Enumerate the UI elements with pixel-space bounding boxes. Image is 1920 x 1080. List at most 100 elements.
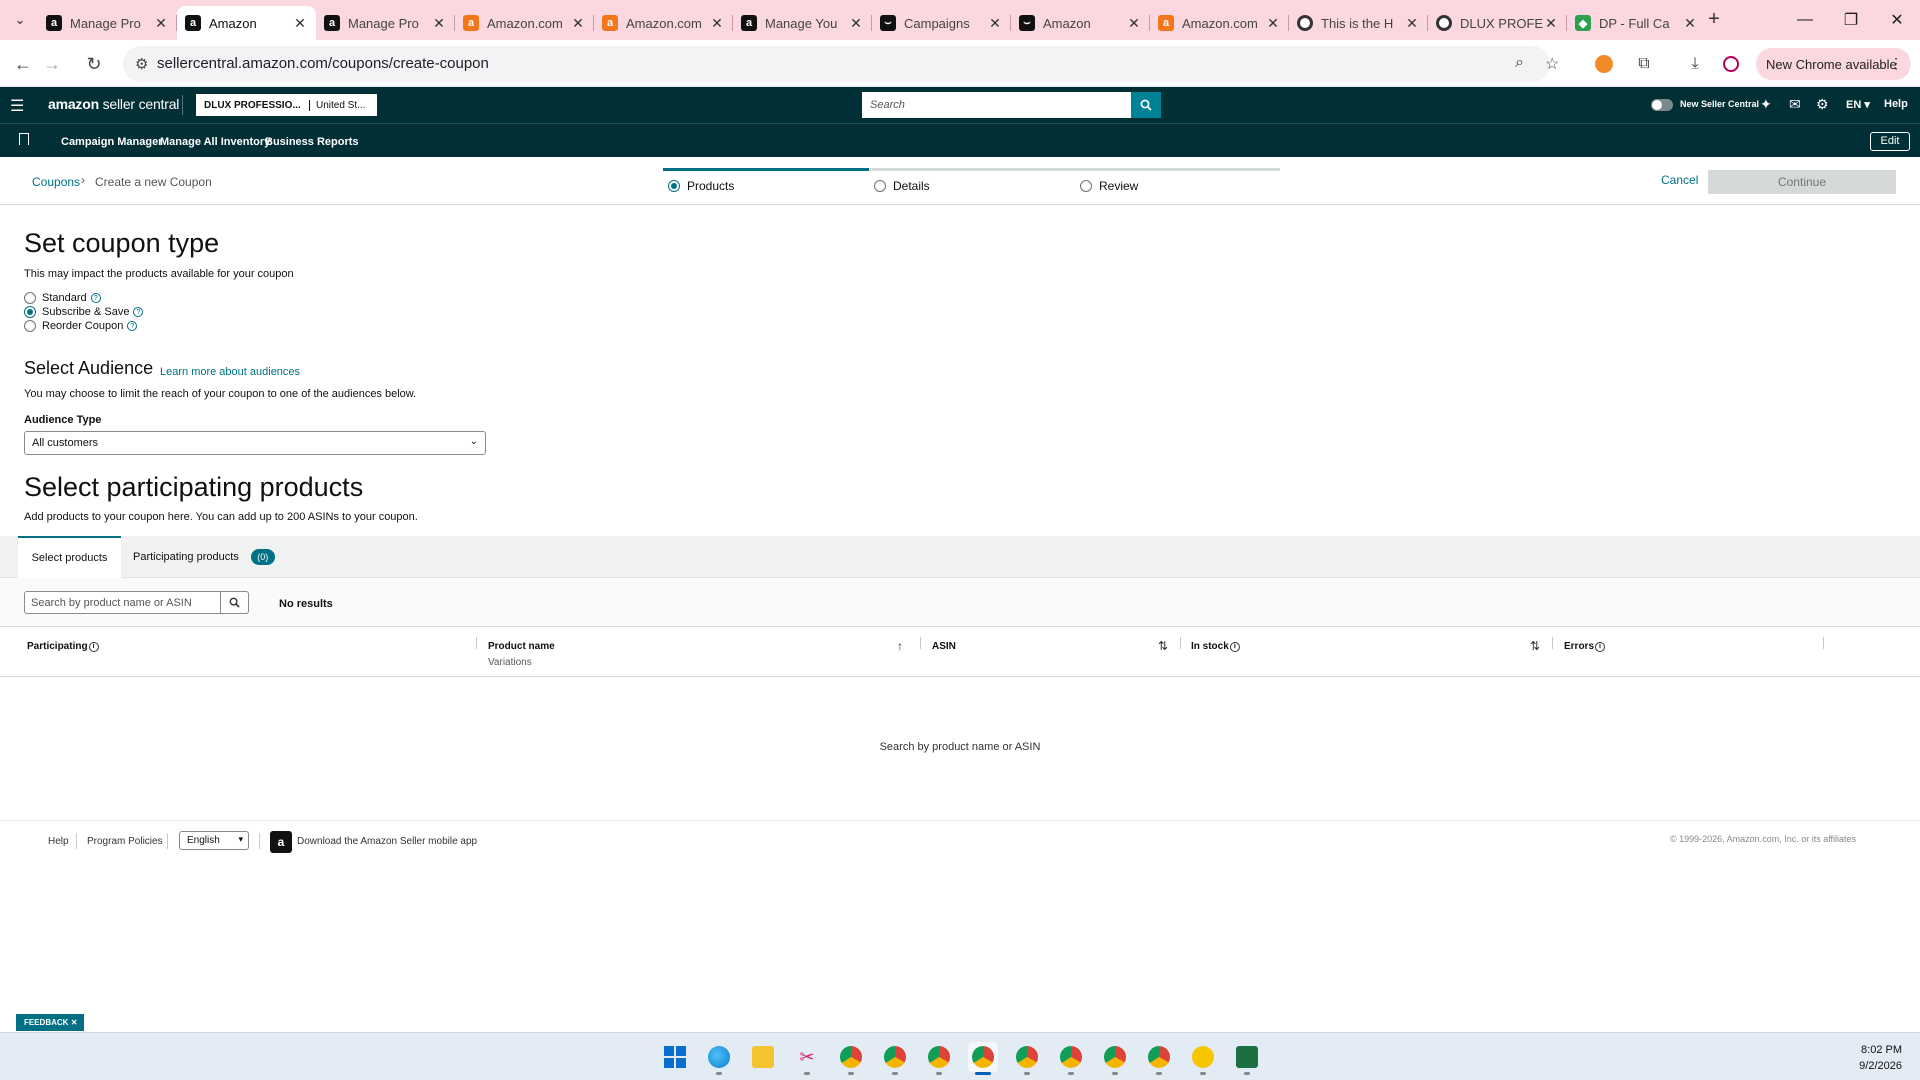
close-window-icon[interactable]: ✕ — [1874, 0, 1920, 40]
close-tab-icon[interactable]: ✕ — [1682, 15, 1698, 32]
browser-tab[interactable]: a Amazon.com ✕ — [455, 6, 594, 40]
continue-button[interactable]: Continue — [1708, 170, 1896, 194]
extensions-puzzle-icon[interactable]: ⧉ — [1632, 52, 1656, 76]
new-tab-plus-icon[interactable]: + — [1702, 8, 1726, 32]
browser-tab[interactable]: ⌣ Campaigns ✕ — [872, 6, 1011, 40]
browser-tab[interactable]: a Manage You ✕ — [733, 6, 872, 40]
nav-link-manage-inventory[interactable]: Manage All Inventory — [160, 136, 270, 148]
column-errors[interactable]: Errors i — [1564, 641, 1606, 652]
cancel-button[interactable]: Cancel — [1661, 173, 1698, 187]
column-product-name[interactable]: Product name — [488, 641, 555, 652]
profile-icon[interactable] — [1719, 52, 1743, 76]
windows-start-icon[interactable] — [660, 1042, 690, 1072]
close-tab-icon[interactable]: ✕ — [1543, 15, 1559, 32]
nav-link-business-reports[interactable]: Business Reports — [265, 136, 359, 148]
chrome-icon[interactable] — [1100, 1042, 1130, 1075]
column-asin[interactable]: ASIN — [932, 641, 956, 652]
nav-link-campaign-manager[interactable]: Campaign Manager — [61, 136, 162, 148]
excel-icon[interactable] — [1232, 1042, 1262, 1075]
edge-icon[interactable] — [704, 1042, 734, 1075]
column-participating[interactable]: Participating i — [27, 641, 99, 652]
help-link[interactable]: Help — [1884, 98, 1908, 110]
chat-app-icon[interactable] — [1188, 1042, 1218, 1075]
coupon-type-reorder[interactable]: Reorder Coupon ? — [24, 320, 138, 332]
chrome-icon[interactable] — [1012, 1042, 1042, 1075]
footer-language-select[interactable]: English ▾ — [179, 831, 249, 850]
sparkle-ai-icon[interactable]: ✦ — [1760, 96, 1772, 113]
hamburger-menu-icon[interactable]: ☰ — [10, 96, 24, 116]
chrome-update-button[interactable]: New Chrome available ⋮ — [1756, 48, 1911, 80]
reload-icon[interactable]: ↻ — [80, 50, 108, 78]
browser-tab[interactable]: a Manage Pro ✕ — [316, 6, 455, 40]
step-review[interactable]: Review — [1080, 179, 1138, 193]
close-tab-icon[interactable]: ✕ — [1404, 15, 1420, 32]
breadcrumb-coupons-link[interactable]: Coupons — [32, 175, 80, 189]
audience-type-select[interactable]: All customers ⌄ — [24, 431, 486, 455]
new-seller-central-toggle[interactable] — [1651, 99, 1673, 111]
restore-icon[interactable]: ❐ — [1828, 0, 1874, 40]
seller-central-logo[interactable]: amazon seller central — [48, 96, 179, 112]
learn-more-audiences-link[interactable]: Learn more about audiences — [160, 366, 300, 378]
chrome-icon[interactable] — [836, 1042, 866, 1075]
url-text[interactable]: sellercentral.amazon.com/coupons/create-… — [157, 55, 489, 72]
system-clock[interactable]: 8:02 PM 9/2/2026 — [1859, 1042, 1902, 1074]
step-products[interactable]: Products — [668, 179, 734, 193]
sort-icon[interactable]: ⇅ — [1158, 639, 1168, 653]
coupon-type-subscribe-save[interactable]: Subscribe & Save ? — [24, 306, 144, 318]
browser-tab[interactable]: This is the H ✕ — [1289, 6, 1428, 40]
bookmark-icon[interactable] — [19, 133, 29, 145]
zoom-icon[interactable]: ⌕ — [1515, 54, 1524, 72]
close-tab-icon[interactable]: ✕ — [153, 15, 169, 32]
close-tab-icon[interactable]: ✕ — [292, 15, 308, 32]
close-tab-icon[interactable]: ✕ — [1126, 15, 1142, 32]
close-tab-icon[interactable]: ✕ — [1265, 15, 1281, 32]
header-search-input[interactable] — [862, 92, 1132, 118]
close-tab-icon[interactable]: ✕ — [431, 15, 447, 32]
browser-tab[interactable]: a Manage Pro ✕ — [38, 6, 177, 40]
radio-icon[interactable] — [24, 292, 36, 304]
extension-orange-icon[interactable] — [1592, 52, 1616, 76]
site-info-icon[interactable]: ⚙ — [135, 55, 148, 73]
chrome-icon[interactable] — [924, 1042, 954, 1075]
help-circle-icon[interactable]: ? — [90, 293, 101, 303]
footer-help-link[interactable]: Help — [48, 836, 69, 847]
tab-select-products[interactable]: Select products — [18, 536, 121, 578]
footer-program-policies-link[interactable]: Program Policies — [87, 836, 163, 847]
sort-icon[interactable]: ⇅ — [1530, 639, 1540, 653]
address-bar[interactable]: ⚙ sellercentral.amazon.com/coupons/creat… — [123, 46, 1559, 82]
close-tab-icon[interactable]: ✕ — [848, 15, 864, 32]
settings-gear-icon[interactable]: ⚙ — [1816, 96, 1829, 113]
account-switcher[interactable]: DLUX PROFESSIO... United St... — [196, 94, 377, 116]
radio-selected-icon[interactable] — [24, 306, 36, 318]
download-app-link[interactable]: Download the Amazon Seller mobile app — [297, 836, 477, 847]
minimize-icon[interactable]: — — [1782, 0, 1828, 40]
edit-nav-button[interactable]: Edit — [1870, 132, 1910, 151]
mail-icon[interactable]: ✉ — [1789, 96, 1801, 113]
product-search-button[interactable] — [220, 591, 249, 614]
forward-arrow-icon[interactable]: → — [38, 50, 66, 78]
radio-icon[interactable] — [24, 320, 36, 332]
browser-tab[interactable]: ⌣ Amazon ✕ — [1011, 6, 1150, 40]
seller-app-icon[interactable]: a — [270, 831, 292, 853]
browser-tab[interactable]: DLUX PROFE ✕ — [1428, 6, 1567, 40]
browser-tab[interactable]: a Amazon.com ✕ — [1150, 6, 1289, 40]
file-explorer-icon[interactable] — [748, 1042, 778, 1072]
sort-ascending-icon[interactable]: ↑ — [897, 639, 903, 653]
back-arrow-icon[interactable]: ← — [9, 50, 37, 78]
help-circle-icon[interactable]: ? — [133, 307, 144, 317]
header-search-button[interactable] — [1131, 92, 1161, 118]
close-tab-icon[interactable]: ✕ — [570, 15, 586, 32]
column-in-stock[interactable]: In stock i — [1191, 641, 1240, 652]
feedback-button[interactable]: FEEDBACK ✕ — [16, 1014, 84, 1031]
close-tab-icon[interactable]: ✕ — [709, 15, 725, 32]
chrome-icon[interactable] — [1144, 1042, 1174, 1075]
coupon-type-standard[interactable]: Standard ? — [24, 292, 101, 304]
language-selector[interactable]: EN ▾ — [1846, 98, 1870, 111]
step-details[interactable]: Details — [874, 179, 930, 193]
chrome-icon[interactable] — [1056, 1042, 1086, 1075]
tab-search-chevron-icon[interactable]: ⌄ — [8, 8, 32, 32]
help-circle-icon[interactable]: ? — [127, 321, 138, 331]
browser-tab[interactable]: ◆ DP - Full Ca ✕ — [1567, 6, 1706, 40]
browser-tab[interactable]: a Amazon.com ✕ — [594, 6, 733, 40]
product-search-input[interactable] — [24, 591, 221, 614]
